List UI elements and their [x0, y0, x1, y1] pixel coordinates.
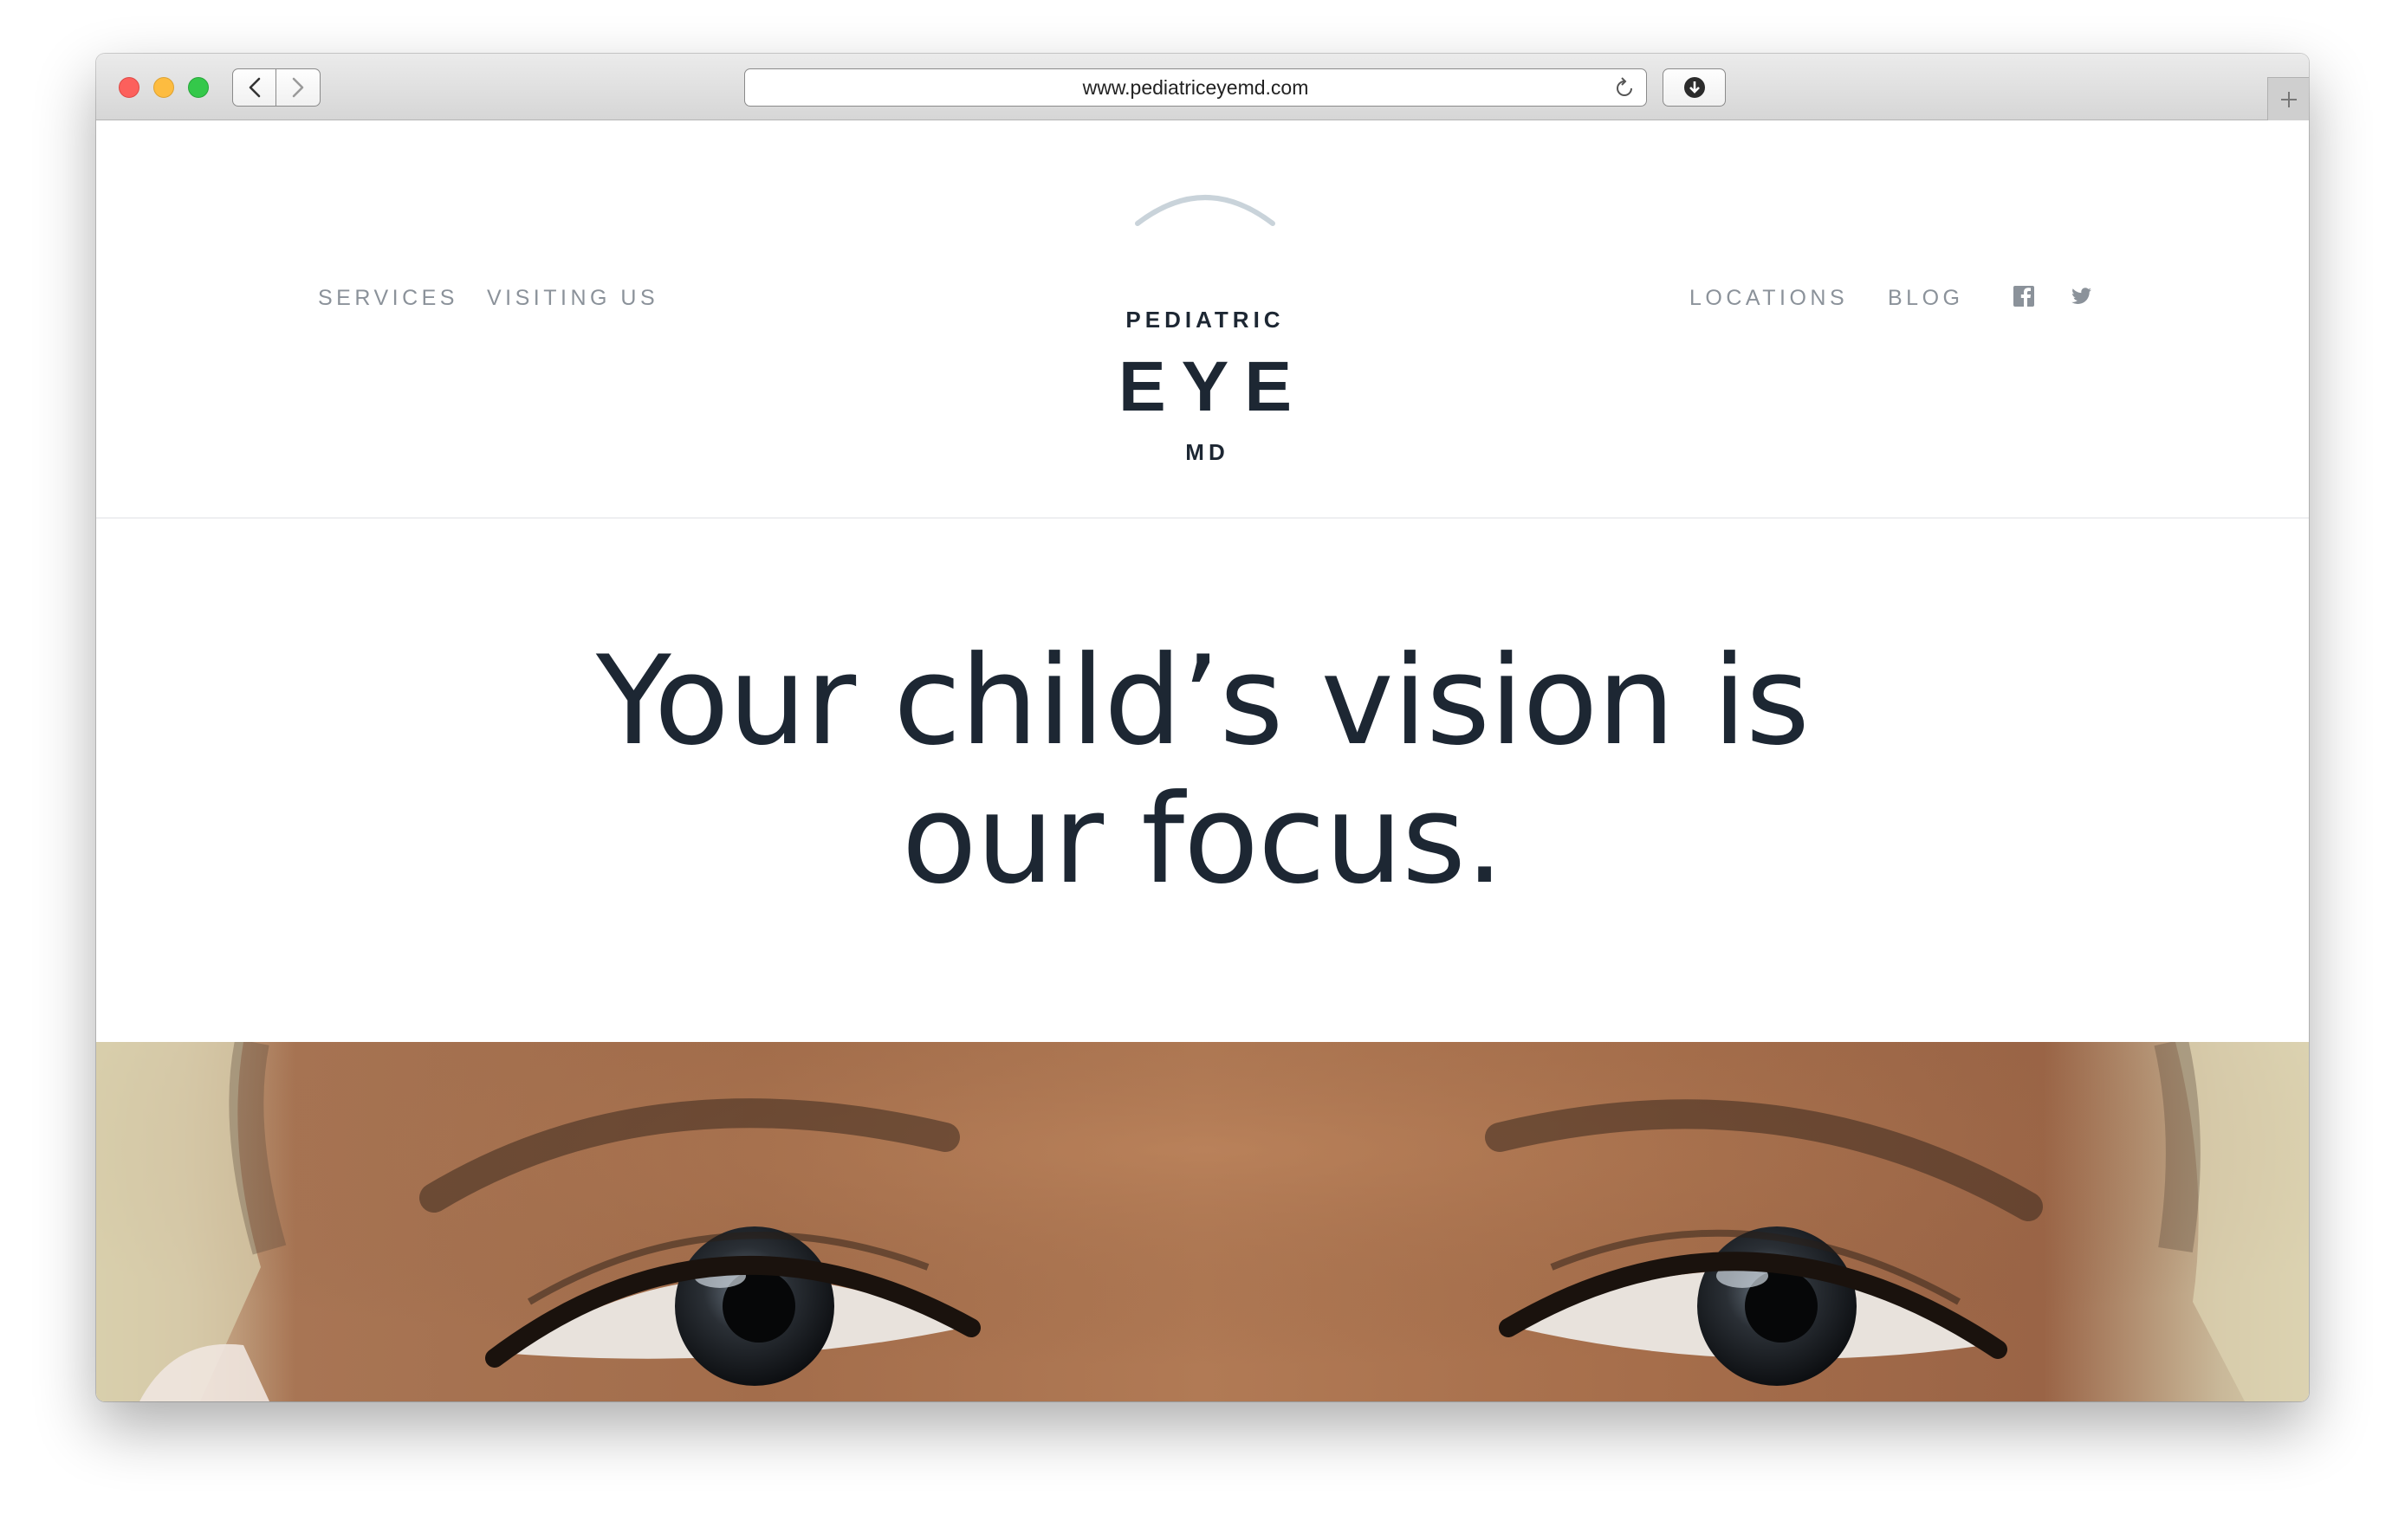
chevron-left-icon	[249, 77, 260, 98]
nav-services[interactable]: SERVICES	[318, 286, 458, 311]
site-logo[interactable]: PEDIATRIC EYE MD	[1101, 175, 1309, 465]
logo-line-md: MD	[1185, 439, 1229, 465]
nav-locations[interactable]: LOCATIONS	[1689, 286, 1848, 311]
close-window-button[interactable]	[119, 77, 139, 98]
site-header: SERVICES VISITING US PEDIATRIC EYE MD LO…	[96, 121, 2309, 519]
browser-window: www.pediatriceyemd.com SERVICES VISITING…	[96, 54, 2309, 1401]
hero-headline-line-2: our focus.	[901, 768, 1504, 911]
child-eyes-illustration	[96, 1042, 2309, 1401]
back-button[interactable]	[232, 68, 276, 107]
facebook-icon[interactable]	[2013, 285, 2035, 307]
nav-blog[interactable]: BLOG	[1888, 286, 1963, 311]
hero-photo-child-eyes	[96, 1042, 2309, 1401]
reload-icon[interactable]	[1611, 75, 1637, 101]
page-content: SERVICES VISITING US PEDIATRIC EYE MD LO…	[96, 121, 2309, 1401]
plus-icon	[2280, 91, 2297, 107]
zoom-window-button[interactable]	[188, 77, 209, 98]
address-bar[interactable]: www.pediatriceyemd.com	[744, 68, 1647, 107]
downloads-button[interactable]	[1663, 68, 1726, 107]
twitter-icon[interactable]	[2071, 285, 2093, 307]
history-nav-buttons	[232, 68, 321, 107]
minimize-window-button[interactable]	[153, 77, 174, 98]
browser-titlebar: www.pediatriceyemd.com	[96, 54, 2309, 120]
nav-visiting-us[interactable]: VISITING US	[487, 286, 658, 311]
new-tab-button[interactable]	[2267, 77, 2309, 120]
chevron-right-icon	[292, 77, 304, 98]
download-icon	[1683, 77, 1705, 98]
logo-line-eye: EYE	[1118, 347, 1308, 426]
hero-headline-line-1: Your child’s vision is	[595, 630, 1810, 773]
logo-arc	[1135, 195, 1275, 226]
address-bar-url: www.pediatriceyemd.com	[1082, 76, 1309, 99]
hero-headline: Your child’s vision is our focus.	[466, 632, 1939, 909]
forward-button[interactable]	[276, 68, 321, 107]
logo-line-pediatric: PEDIATRIC	[1125, 307, 1285, 333]
